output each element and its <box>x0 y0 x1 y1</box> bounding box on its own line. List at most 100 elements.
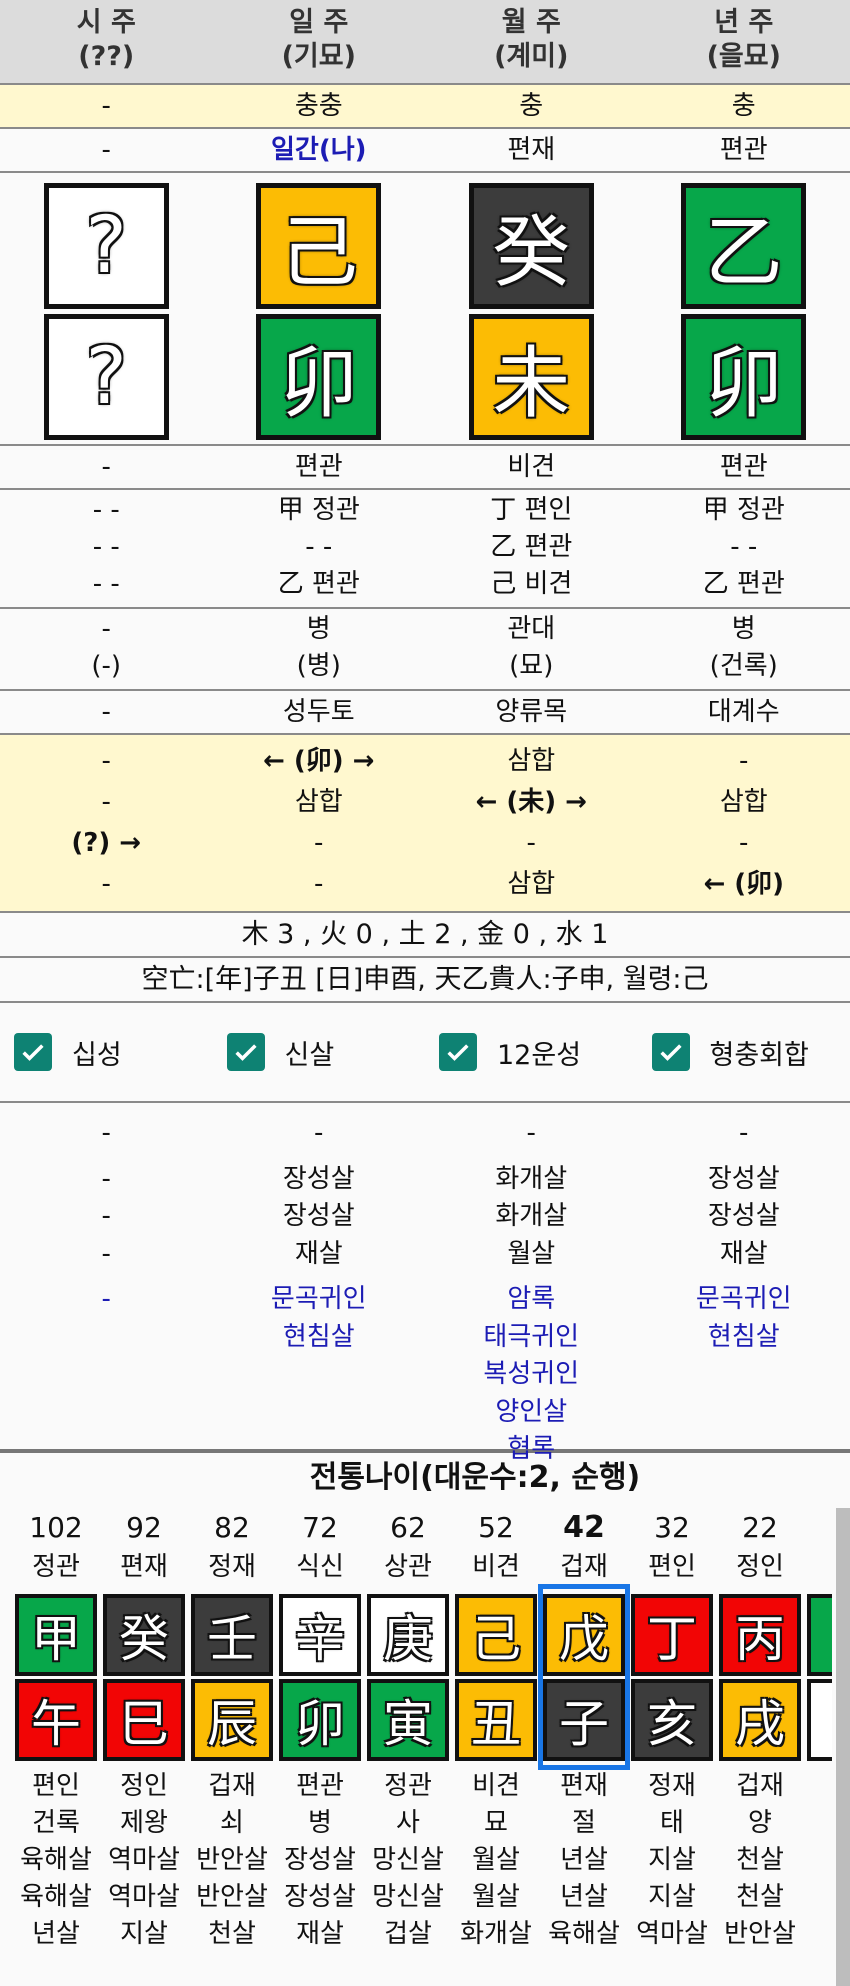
sinsal-item: 월살 <box>507 1238 556 1269</box>
daeun-column[interactable]: 92 편재 癸巳 정인 제왕 역마살 역마살 지살 <box>100 1508 188 1953</box>
daeun-tiles[interactable] <box>804 1586 832 1768</box>
daeun-column[interactable]: 22 정인 丙戌 겁재 양 천살 천살 반안살 <box>716 1508 804 1953</box>
checkbox-checked-icon[interactable] <box>439 1033 477 1071</box>
daeun-tiles[interactable]: 甲午 <box>12 1586 100 1768</box>
napeum-cell: 대계수 <box>707 697 780 727</box>
daeun-branch-sipsung <box>804 1768 832 1805</box>
daeun-tiles[interactable]: 戊子 <box>538 1584 630 1770</box>
daeun-tiles[interactable]: 辛卯 <box>276 1586 364 1768</box>
daeun-column[interactable]: 102 정관 甲午 편인 건록 육해살 육해살 년살 <box>12 1508 100 1953</box>
daeun-details: 편재 절 년살 년살 육해살 <box>540 1768 628 1953</box>
daeun-column[interactable]: 62 상관 庚寅 정관 사 망신살 망신살 겁살 <box>364 1508 452 1953</box>
chung-cell: 충 <box>731 91 756 121</box>
napeum-cell: - <box>101 697 111 727</box>
daeun-tiles[interactable]: 己丑 <box>452 1586 540 1768</box>
sinsal-item: 장성살 <box>282 1163 355 1194</box>
checkbox-checked-icon[interactable] <box>651 1033 690 1071</box>
hyungchung-item: 삼합 <box>294 787 343 817</box>
daeun-tiles[interactable]: 庚寅 <box>364 1586 452 1768</box>
daeun-unsung: 양 <box>748 1808 772 1838</box>
sinsal-section: - - - - - - 장성살 장성살 재살 문곡귀인 현침살 - 화개살 화개살 월살 암록 태극귀인 복성귀인… <box>0 1103 850 1464</box>
daeun-sinsal: 겁살 <box>384 1919 432 1949</box>
daeun-age: 92 <box>126 1511 162 1544</box>
daeun-sinsal: 육해살 <box>20 1845 92 1875</box>
daeun-stem-sipsung: 상관 <box>384 1552 432 1582</box>
daeun-tiles[interactable]: 癸巳 <box>100 1586 188 1768</box>
stem-tile[interactable]: 己 <box>256 183 382 309</box>
hyungchung-item: - <box>101 869 111 899</box>
header-day-pillar: 일 주 (기묘) <box>213 6 426 83</box>
sinsal-item: - <box>526 1118 536 1148</box>
daeun-unsung: 묘 <box>484 1808 508 1838</box>
daeun-stem-sipsung: 편재 <box>120 1552 168 1582</box>
gwiin-item: 문곡귀인 <box>270 1284 367 1314</box>
stem-tile[interactable]: 乙 <box>681 183 807 309</box>
daeun-sinsal: 역마살 <box>108 1845 180 1875</box>
checkbox-sinsal[interactable]: 신살 <box>213 1033 426 1072</box>
daeun-column[interactable]: 52 비견 己丑 비견 묘 월살 월살 화개살 <box>452 1508 540 1953</box>
jijanggan-item: 乙 편관 <box>490 532 573 562</box>
daeun-stem-sipsung: 식신 <box>296 1552 344 1582</box>
daeun-branch-tile: 辰 <box>191 1679 273 1761</box>
daeun-unsung: 병 <box>308 1808 332 1838</box>
daeun-tiles[interactable]: 丁亥 <box>628 1586 716 1768</box>
daeun-tiles[interactable]: 丙戌 <box>716 1586 804 1768</box>
jijanggan-item: - - <box>730 532 758 562</box>
branch-tile[interactable]: 未 <box>468 313 594 440</box>
pillar-tiles: ? 己 癸 乙 ? 卯 未 卯 <box>0 173 850 446</box>
chung-row: - 충충 충 충 <box>0 85 850 129</box>
checkbox-checked-icon[interactable] <box>226 1033 265 1071</box>
checkbox-sipsung[interactable]: 십성 <box>0 1033 213 1072</box>
daeun-column[interactable]: 장 <box>804 1508 832 1953</box>
gwiin-item: 양인살 <box>495 1396 568 1427</box>
checkbox-12unsung[interactable]: 12운성 <box>425 1033 638 1072</box>
daeun-column[interactable]: 82 정재 壬辰 겁재 쇠 반안살 반안살 천살 <box>188 1508 276 1953</box>
unsung-cell: 병 (병) <box>213 611 426 685</box>
stem-tile[interactable]: 癸 <box>468 183 594 309</box>
daeun-stem-sipsung: 비견 <box>472 1552 520 1582</box>
sinsal-item: 장성살 <box>707 1163 780 1194</box>
daeun-details: 비견 묘 월살 월살 화개살 <box>452 1768 540 1953</box>
daeun-unsung: 쇠 <box>220 1808 244 1838</box>
sinsal-cell: - - - - - <box>0 1115 213 1449</box>
checkbox-checked-icon[interactable] <box>14 1033 52 1071</box>
daeun-column[interactable]: 32 편인 丁亥 정재 태 지살 지살 역마살 <box>628 1508 716 1953</box>
daeun-scroll-area[interactable]: 102 정관 甲午 편인 건록 육해살 육해살 년살 92 편재 癸巳 정인 제왕 역마살 역마살 지살 82 정… <box>12 1508 832 1986</box>
gongmang-row: 空亡:[年]子丑 [日]申酉, 天乙貴人:子申, 월령:己 <box>0 958 850 1003</box>
stem-sipsung-cell: 편관 <box>719 135 768 165</box>
hyungchung-item: (?) → <box>71 828 142 858</box>
daeun-tiles[interactable]: 壬辰 <box>188 1586 276 1768</box>
daeun-sinsal <box>804 1879 832 1916</box>
stem-tile[interactable]: ? <box>43 183 169 309</box>
branch-tile[interactable]: 卯 <box>256 313 382 440</box>
month-pillar-sub: (계미) <box>494 41 569 72</box>
daeun-unsung: 태 <box>660 1808 684 1838</box>
daeun-column[interactable]: 42 겁재 戊子 편재 절 년살 년살 육해살 <box>538 1508 630 1953</box>
sinsal-item: 화개살 <box>495 1163 568 1194</box>
branch-sipsung-cell: 편관 <box>294 452 343 482</box>
sinsal-item: - <box>101 1238 111 1269</box>
daeun-age: 102 <box>29 1511 83 1544</box>
unsung-item: - <box>101 614 111 644</box>
unsung-cell: - (-) <box>0 611 213 685</box>
daeun-sinsal: 망신살 <box>372 1845 444 1875</box>
daeun-age: 52 <box>478 1511 514 1544</box>
unsung-item: (묘) <box>509 651 554 681</box>
branch-tile[interactable]: ? <box>43 313 169 440</box>
branch-tile[interactable]: 卯 <box>681 313 807 440</box>
daeun-sinsal: 천살 <box>736 1845 784 1875</box>
daeun-stem-tile: 庚 <box>367 1594 449 1676</box>
checkbox-label: 12운성 <box>497 1039 582 1071</box>
sinsal-item: 재살 <box>719 1238 768 1269</box>
chung-cell: 충 <box>519 91 544 121</box>
hyungchung-item: 삼합 <box>507 869 556 899</box>
daeun-sinsal: 년살 <box>560 1845 608 1875</box>
scrollbar[interactable] <box>836 1508 850 1986</box>
daeun-stem-sipsung <box>804 1548 832 1586</box>
checkbox-label: 십성 <box>72 1039 122 1071</box>
checkbox-hyungchung[interactable]: 형충회합 <box>638 1033 850 1072</box>
branch-sipsung-row: - 편관 비견 편관 <box>0 446 850 490</box>
daeun-sinsal: 망신살 <box>372 1882 444 1912</box>
checkbox-label: 신살 <box>284 1039 335 1071</box>
daeun-column[interactable]: 72 식신 辛卯 편관 병 장성살 장성살 재살 <box>276 1508 364 1953</box>
